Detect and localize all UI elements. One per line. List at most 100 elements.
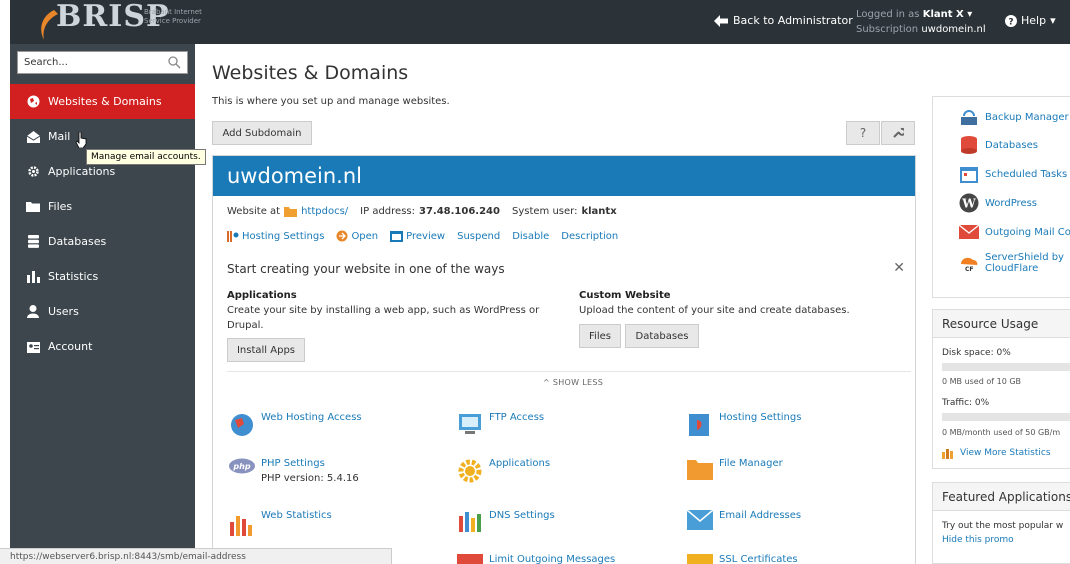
gear-icon	[26, 165, 40, 179]
wordpress-icon: W	[959, 193, 979, 213]
backup-manager-link[interactable]: Backup Manager	[959, 107, 1069, 127]
brisp-logo[interactable]: BRISP Brabant Internet Service Provider	[32, 0, 212, 44]
tools-button[interactable]	[881, 121, 915, 145]
traffic-usage: 0 MB/month used of 50 GB/m	[942, 428, 1061, 437]
help-icon: ?	[1005, 14, 1017, 27]
docroot-link[interactable]: httpdocs/	[301, 206, 348, 217]
user-icon	[26, 305, 40, 319]
cloudflare-icon: CF	[961, 257, 978, 272]
resource-usage-panel: Resource Usage Disk space: 0% 0 MB used …	[932, 309, 1070, 469]
sidebar-item-websites-domains[interactable]: Websites & Domains	[10, 84, 195, 119]
domain-info: Website at httpdocs/ IP address: 37.48.1…	[227, 206, 617, 217]
applications-gear-icon	[458, 459, 482, 483]
top-bar: BRISP Brabant Internet Service Provider …	[10, 0, 1070, 44]
folder-icon	[284, 206, 298, 217]
domain-card: uwdomein.nl Website at httpdocs/ IP addr…	[212, 155, 916, 564]
sidebar-item-databases[interactable]: Databases	[10, 224, 195, 259]
open-link[interactable]: Open	[336, 230, 378, 242]
back-to-administrator-link[interactable]: Back to Administrator	[714, 14, 853, 27]
arrow-left-icon	[714, 14, 728, 27]
hosting-settings-icon	[227, 230, 239, 242]
page-title: Websites & Domains	[212, 62, 409, 84]
sidebar-item-files[interactable]: Files	[10, 189, 195, 224]
databases-button[interactable]: Databases	[625, 324, 699, 348]
ssl-certificates-icon	[687, 554, 713, 564]
wordpress-link[interactable]: W WordPress	[959, 193, 1037, 213]
svg-text:?: ?	[1008, 17, 1013, 27]
login-info: Logged in as Klant X ▾ Subscription uwdo…	[856, 9, 986, 35]
traffic-bar	[942, 413, 1070, 421]
applications-description: Create your site by installing a web app…	[227, 305, 540, 331]
tool-dns-settings[interactable]: DNS Settings	[457, 510, 555, 534]
featured-applications-panel: Featured Applications Try out the most p…	[932, 482, 1070, 564]
create-website-panel: Start creating your website in one of th…	[227, 254, 911, 387]
tool-file-manager[interactable]: File Manager	[687, 458, 783, 480]
divider	[227, 371, 911, 372]
files-button[interactable]: Files	[579, 324, 621, 348]
subscription-selector[interactable]: uwdomein.nl	[921, 24, 985, 35]
sidebar-item-account[interactable]: Account	[10, 329, 195, 364]
svg-text:CF: CF	[965, 266, 974, 272]
sidebar-item-statistics[interactable]: Statistics	[10, 259, 195, 294]
servershield-cloudflare-link[interactable]: CF ServerShield by CloudFlare	[959, 252, 1064, 274]
wrench-icon	[893, 127, 904, 138]
featured-applications-title: Featured Applications	[933, 483, 1070, 511]
ftp-access-icon	[459, 414, 481, 434]
email-addresses-icon	[687, 510, 713, 530]
open-icon	[336, 230, 348, 242]
domain-actions: Hosting Settings Open Preview Suspend Di…	[227, 230, 618, 242]
install-apps-button[interactable]: Install Apps	[227, 338, 305, 362]
databases-icon	[961, 136, 977, 154]
preview-link[interactable]: Preview	[390, 230, 445, 242]
search-input[interactable]	[24, 57, 164, 68]
suspend-link[interactable]: Suspend	[457, 231, 500, 242]
quick-links-panel: Backup Manager Databases Scheduled Tasks…	[932, 96, 1070, 298]
tool-hosting-settings[interactable]: Hosting Settings	[687, 412, 801, 440]
backup-icon	[961, 110, 977, 125]
calendar-icon	[960, 167, 978, 183]
domain-name-header[interactable]: uwdomein.nl	[213, 156, 915, 196]
database-icon	[26, 235, 40, 249]
help-menu[interactable]: ? Help ▾	[1005, 14, 1056, 27]
help-button[interactable]: ?	[846, 121, 880, 145]
disable-link[interactable]: Disable	[512, 231, 549, 242]
dns-settings-icon	[459, 512, 481, 532]
preview-icon	[390, 230, 404, 242]
applications-heading: Applications	[227, 290, 297, 301]
tool-ftp-access[interactable]: FTP Access	[457, 412, 544, 436]
tool-email-addresses[interactable]: Email Addresses	[687, 510, 801, 530]
file-manager-icon	[687, 460, 713, 480]
search-icon[interactable]	[168, 56, 181, 69]
hand-cursor-icon	[75, 132, 87, 148]
hide-promo-link[interactable]: Hide this promo	[942, 535, 1014, 545]
hosting-settings-link[interactable]: Hosting Settings	[227, 230, 324, 242]
disk-space-usage: 0 MB used of 10 GB	[942, 377, 1022, 386]
show-less-toggle[interactable]: ^ SHOW LESS	[543, 378, 603, 387]
hosting-settings-icon	[689, 414, 709, 436]
bar-chart-icon	[26, 270, 40, 284]
tool-php-settings[interactable]: php PHP Settings PHP version: 5.4.16	[229, 458, 359, 484]
disk-space-bar	[942, 363, 1070, 371]
svg-text:W: W	[961, 197, 976, 211]
description-link[interactable]: Description	[561, 231, 618, 242]
limit-messages-icon	[457, 554, 483, 564]
scheduled-tasks-link[interactable]: Scheduled Tasks	[959, 164, 1067, 184]
databases-link[interactable]: Databases	[959, 135, 1038, 155]
add-subdomain-button[interactable]: Add Subdomain	[212, 121, 312, 145]
outgoing-mail-control-link[interactable]: Outgoing Mail Co	[959, 222, 1070, 242]
tool-applications[interactable]: Applications	[457, 458, 550, 484]
sidebar-nav: Websites & Domains Mail Applications Fil…	[10, 84, 195, 364]
sidebar-item-users[interactable]: Users	[10, 294, 195, 329]
tool-web-hosting-access[interactable]: Web Hosting Access	[229, 412, 362, 438]
account-icon	[26, 340, 40, 354]
outgoing-mail-icon	[959, 224, 979, 239]
close-icon[interactable]: ✕	[893, 260, 905, 276]
tool-limit-outgoing-messages[interactable]: Limit Outgoing Messages	[457, 554, 615, 564]
tool-web-statistics[interactable]: Web Statistics	[229, 510, 332, 536]
tool-ssl-certificates[interactable]: SSL Certificates	[687, 554, 798, 564]
view-more-statistics-link[interactable]: View More Statistics	[942, 447, 1051, 459]
resource-usage-title: Resource Usage	[933, 310, 1070, 338]
mail-tooltip: Manage email accounts.	[86, 149, 206, 165]
globe-icon	[26, 95, 40, 109]
user-menu[interactable]: Klant X	[923, 9, 964, 20]
